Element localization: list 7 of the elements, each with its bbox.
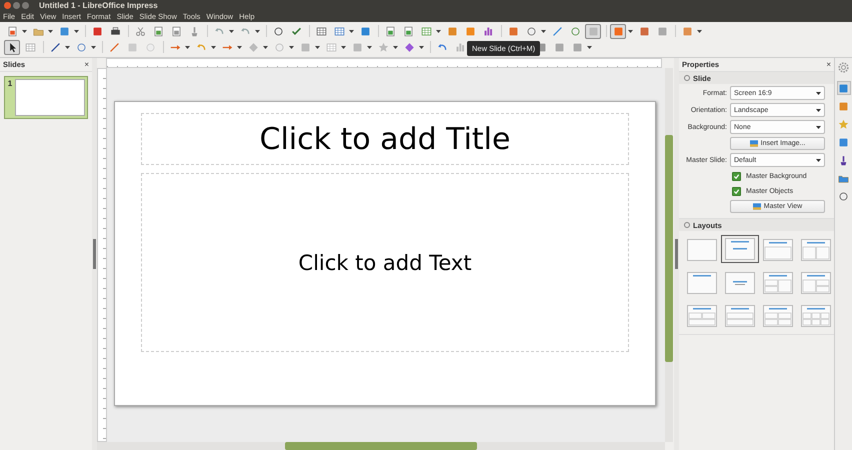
close-button[interactable]: × [826,60,831,68]
slide-number: 1 [6,78,14,90]
title-placeholder[interactable]: Click to add Title [141,113,629,165]
close-button[interactable]: × [84,60,89,68]
slide-thumbnail[interactable]: 1 [4,76,88,119]
text-placeholder[interactable]: Click to add Text [141,173,629,352]
window-title: Untitled 1 - LibreOffice Impress [39,1,158,10]
